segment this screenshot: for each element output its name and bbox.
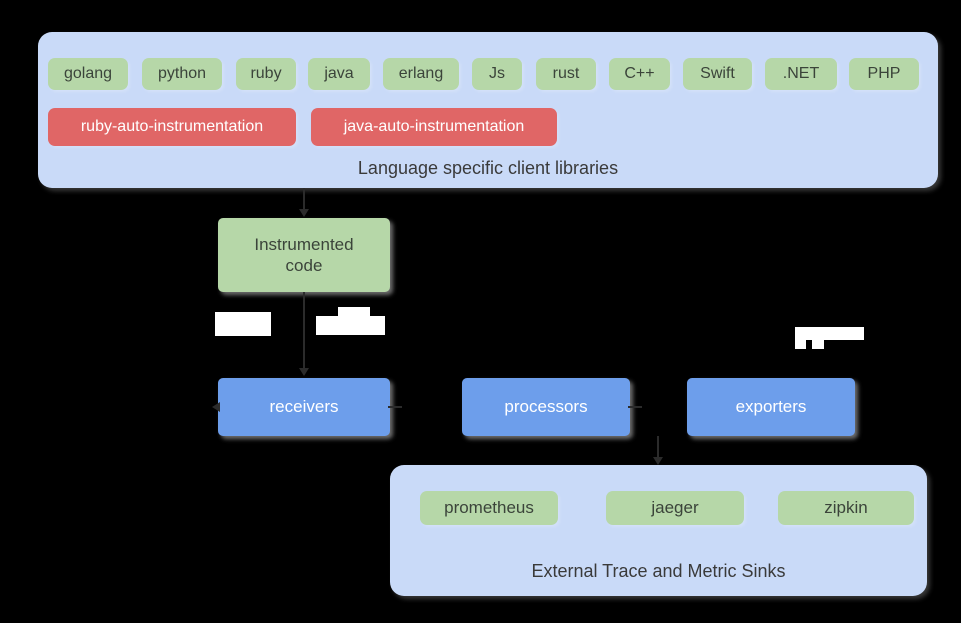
language-chip-label: rust: [552, 65, 580, 82]
instrumented-code-label: Instrumented code: [254, 234, 353, 277]
processors-node-label: processors: [504, 397, 588, 417]
language-chip-label: java: [324, 65, 354, 82]
instrumented-code-label-line1: Instrumented: [254, 234, 354, 254]
sink-chip[interactable]: zipkin: [778, 491, 914, 525]
edge-label-right-bottom2: [812, 340, 824, 349]
arrow-into-receivers: [299, 368, 309, 376]
connector-receivers-to-processors: [388, 406, 402, 408]
edge-label-right-top: [795, 327, 864, 340]
client-libraries-caption: Language specific client libraries: [38, 158, 938, 179]
language-chip-label: C++: [624, 65, 655, 82]
auto-instrumentation-chip-label: java-auto-instrumentation: [343, 118, 525, 135]
diagram-canvas: golang python ruby java erlang Js rust C…: [0, 0, 961, 623]
auto-instrumentation-chip[interactable]: java-auto-instrumentation: [311, 108, 557, 146]
language-chip[interactable]: Js: [472, 58, 522, 90]
instrumented-code-label-line2: code: [285, 256, 323, 275]
language-chip[interactable]: .NET: [765, 58, 837, 90]
language-chip[interactable]: rust: [536, 58, 596, 90]
edge-label-left: [215, 312, 271, 336]
edge-label-right-bottom: [795, 340, 806, 349]
receivers-node[interactable]: receivers: [218, 378, 390, 436]
exporters-node[interactable]: exporters: [687, 378, 855, 436]
language-chip[interactable]: java: [308, 58, 370, 90]
language-chip-label: erlang: [398, 65, 444, 82]
sink-chip-label: prometheus: [444, 498, 534, 517]
sinks-panel-caption: External Trace and Metric Sinks: [390, 561, 927, 582]
language-chip-label: golang: [63, 65, 113, 82]
processors-node[interactable]: processors: [462, 378, 630, 436]
connector-processors-to-exporters: [628, 406, 642, 408]
language-chip-label: ruby: [250, 65, 282, 82]
language-chip[interactable]: python: [142, 58, 222, 90]
sink-chip-label: zipkin: [824, 498, 868, 517]
arrow-into-instrumented-code: [299, 209, 309, 217]
language-chip-label: PHP: [867, 65, 901, 82]
language-chip[interactable]: golang: [48, 58, 128, 90]
language-chip-label: Js: [489, 65, 505, 82]
language-chip-label: Swift: [700, 65, 735, 82]
auto-instrumentation-chip-label: ruby-auto-instrumentation: [80, 118, 264, 135]
language-chip[interactable]: ruby: [236, 58, 296, 90]
arrow-into-sinks-panel: [653, 457, 663, 465]
receivers-node-label: receivers: [269, 397, 339, 417]
sink-chip-label: jaeger: [651, 498, 699, 517]
sink-chip[interactable]: jaeger: [606, 491, 744, 525]
auto-instrumentation-chip[interactable]: ruby-auto-instrumentation: [48, 108, 296, 146]
exporters-node-label: exporters: [735, 397, 807, 417]
language-chip[interactable]: C++: [609, 58, 670, 90]
connector-instrumented-code-to-receivers: [303, 292, 305, 370]
sink-chip[interactable]: prometheus: [420, 491, 558, 525]
instrumented-code-node[interactable]: Instrumented code: [218, 218, 390, 292]
language-chip[interactable]: PHP: [849, 58, 919, 90]
arrow-into-receivers-left: [212, 402, 220, 412]
sinks-panel-caption-text: External Trace and Metric Sinks: [531, 561, 786, 581]
edge-label-mid-bottom: [316, 316, 385, 335]
language-chip-label: python: [157, 65, 207, 82]
client-libraries-caption-text: Language specific client libraries: [357, 158, 619, 178]
language-chip-label: .NET: [782, 65, 820, 82]
language-chip[interactable]: erlang: [383, 58, 459, 90]
language-chip[interactable]: Swift: [683, 58, 752, 90]
